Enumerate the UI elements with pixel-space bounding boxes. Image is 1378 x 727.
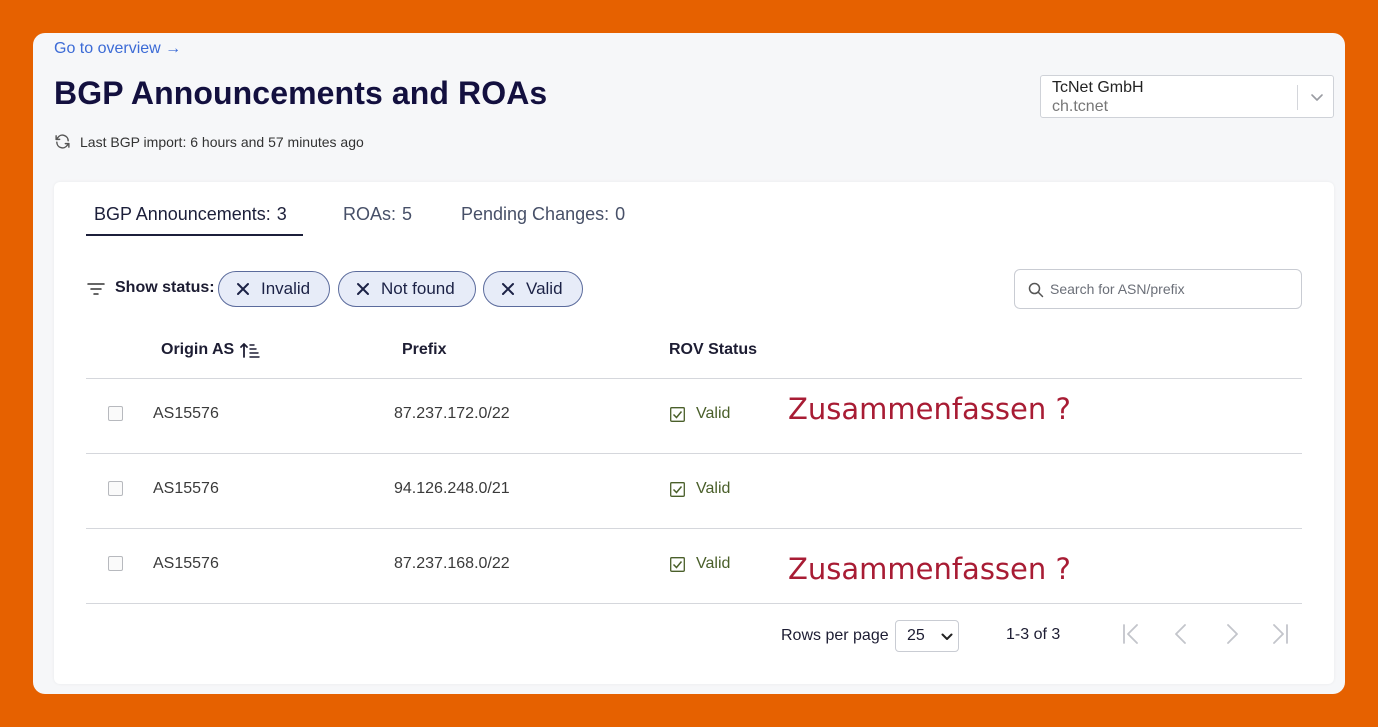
close-icon[interactable] (501, 282, 515, 296)
organization-handle: ch.tcnet (1052, 98, 1109, 115)
search-icon (1028, 282, 1044, 298)
checkbox-checked-icon (670, 556, 685, 572)
tab-count: 3 (276, 204, 287, 224)
status-chip-invalid[interactable]: Invalid (218, 271, 330, 307)
first-page-icon[interactable] (1121, 623, 1141, 645)
close-icon[interactable] (236, 282, 250, 296)
column-header-rov-status[interactable]: ROV Status (669, 341, 757, 359)
organization-name: TcNet GmbH (1052, 79, 1144, 96)
chip-label: Invalid (261, 279, 311, 298)
tab-count: 5 (402, 204, 413, 224)
chip-label: Not found (381, 279, 455, 298)
rov-status-cell: Valid (670, 480, 730, 498)
search-box[interactable] (1014, 269, 1302, 309)
status-chip-not-found[interactable]: Not found (338, 271, 476, 307)
chip-label: Valid (526, 279, 563, 298)
refresh-icon[interactable] (54, 133, 71, 150)
origin-as-cell: AS15576 (153, 405, 219, 422)
last-page-icon[interactable] (1270, 623, 1290, 645)
tab-pending-changes[interactable]: Pending Changes: 0 (461, 204, 625, 225)
row-annotation: Zusammenfassen ? (788, 552, 1071, 586)
rov-status-label: Valid (696, 555, 731, 572)
status-chip-valid[interactable]: Valid (483, 271, 583, 307)
go-to-overview-link[interactable]: Go to overview → (54, 40, 181, 58)
row-annotation: Zusammenfassen ? (788, 392, 1071, 426)
tab-bgp-announcements[interactable]: BGP Announcements: 3 (94, 204, 287, 225)
rows-per-page-select[interactable]: 25 (895, 620, 959, 652)
tab-roas[interactable]: ROAs: 5 (343, 204, 412, 225)
import-status-text: Last BGP import: 6 hours and 57 minutes … (80, 133, 364, 150)
row-divider (86, 528, 1302, 529)
organization-select[interactable]: TcNet GmbH ch.tcnet (1040, 75, 1334, 118)
tab-label: ROAs: (343, 204, 397, 224)
chevron-down-icon (941, 633, 953, 640)
checkbox-checked-icon (670, 406, 685, 422)
origin-as-cell: AS15576 (153, 555, 219, 572)
filter-icon (87, 283, 105, 295)
row-checkbox[interactable] (108, 406, 123, 421)
active-tab-indicator (86, 234, 303, 236)
header-divider (86, 378, 1302, 379)
column-header-prefix[interactable]: Prefix (402, 341, 446, 359)
row-divider (86, 453, 1302, 454)
origin-as-cell: AS15576 (153, 480, 219, 497)
import-status: Last BGP import: 6 hours and 57 minutes … (54, 133, 364, 150)
rows-per-page-label: Rows per page (781, 627, 889, 644)
rov-status-label: Valid (696, 480, 731, 497)
column-header-origin-as[interactable]: Origin AS (161, 341, 234, 359)
prefix-cell: 87.237.168.0/22 (394, 555, 510, 572)
tab-count: 0 (615, 204, 626, 224)
prefix-cell: 94.126.248.0/21 (394, 480, 510, 497)
pagination-range: 1-3 of 3 (1006, 626, 1061, 643)
page-title: BGP Announcements and ROAs (54, 75, 548, 111)
rows-per-page-value: 25 (907, 627, 925, 644)
tab-label: Pending Changes: (461, 204, 610, 224)
rov-status-cell: Valid (670, 555, 730, 573)
close-icon[interactable] (356, 282, 370, 296)
next-page-icon[interactable] (1222, 623, 1242, 645)
search-input[interactable] (1050, 279, 1290, 299)
sort-ascending-icon[interactable] (240, 341, 260, 359)
app-window: Go to overview → BGP Announcements and R… (33, 33, 1345, 694)
filter-label: Show status: (115, 279, 215, 296)
row-checkbox[interactable] (108, 556, 123, 571)
announcements-card: BGP Announcements: 3 ROAs: 5 Pending Chang… (54, 182, 1334, 684)
rov-status-label: Valid (696, 405, 731, 422)
tab-label: BGP Announcements: (94, 204, 271, 224)
row-divider (86, 603, 1302, 604)
prefix-cell: 87.237.172.0/22 (394, 405, 510, 422)
row-checkbox[interactable] (108, 481, 123, 496)
checkbox-checked-icon (670, 481, 685, 497)
select-divider (1297, 85, 1298, 110)
previous-page-icon[interactable] (1171, 623, 1191, 645)
chevron-down-icon[interactable] (1310, 90, 1324, 104)
rov-status-cell: Valid (670, 405, 730, 423)
